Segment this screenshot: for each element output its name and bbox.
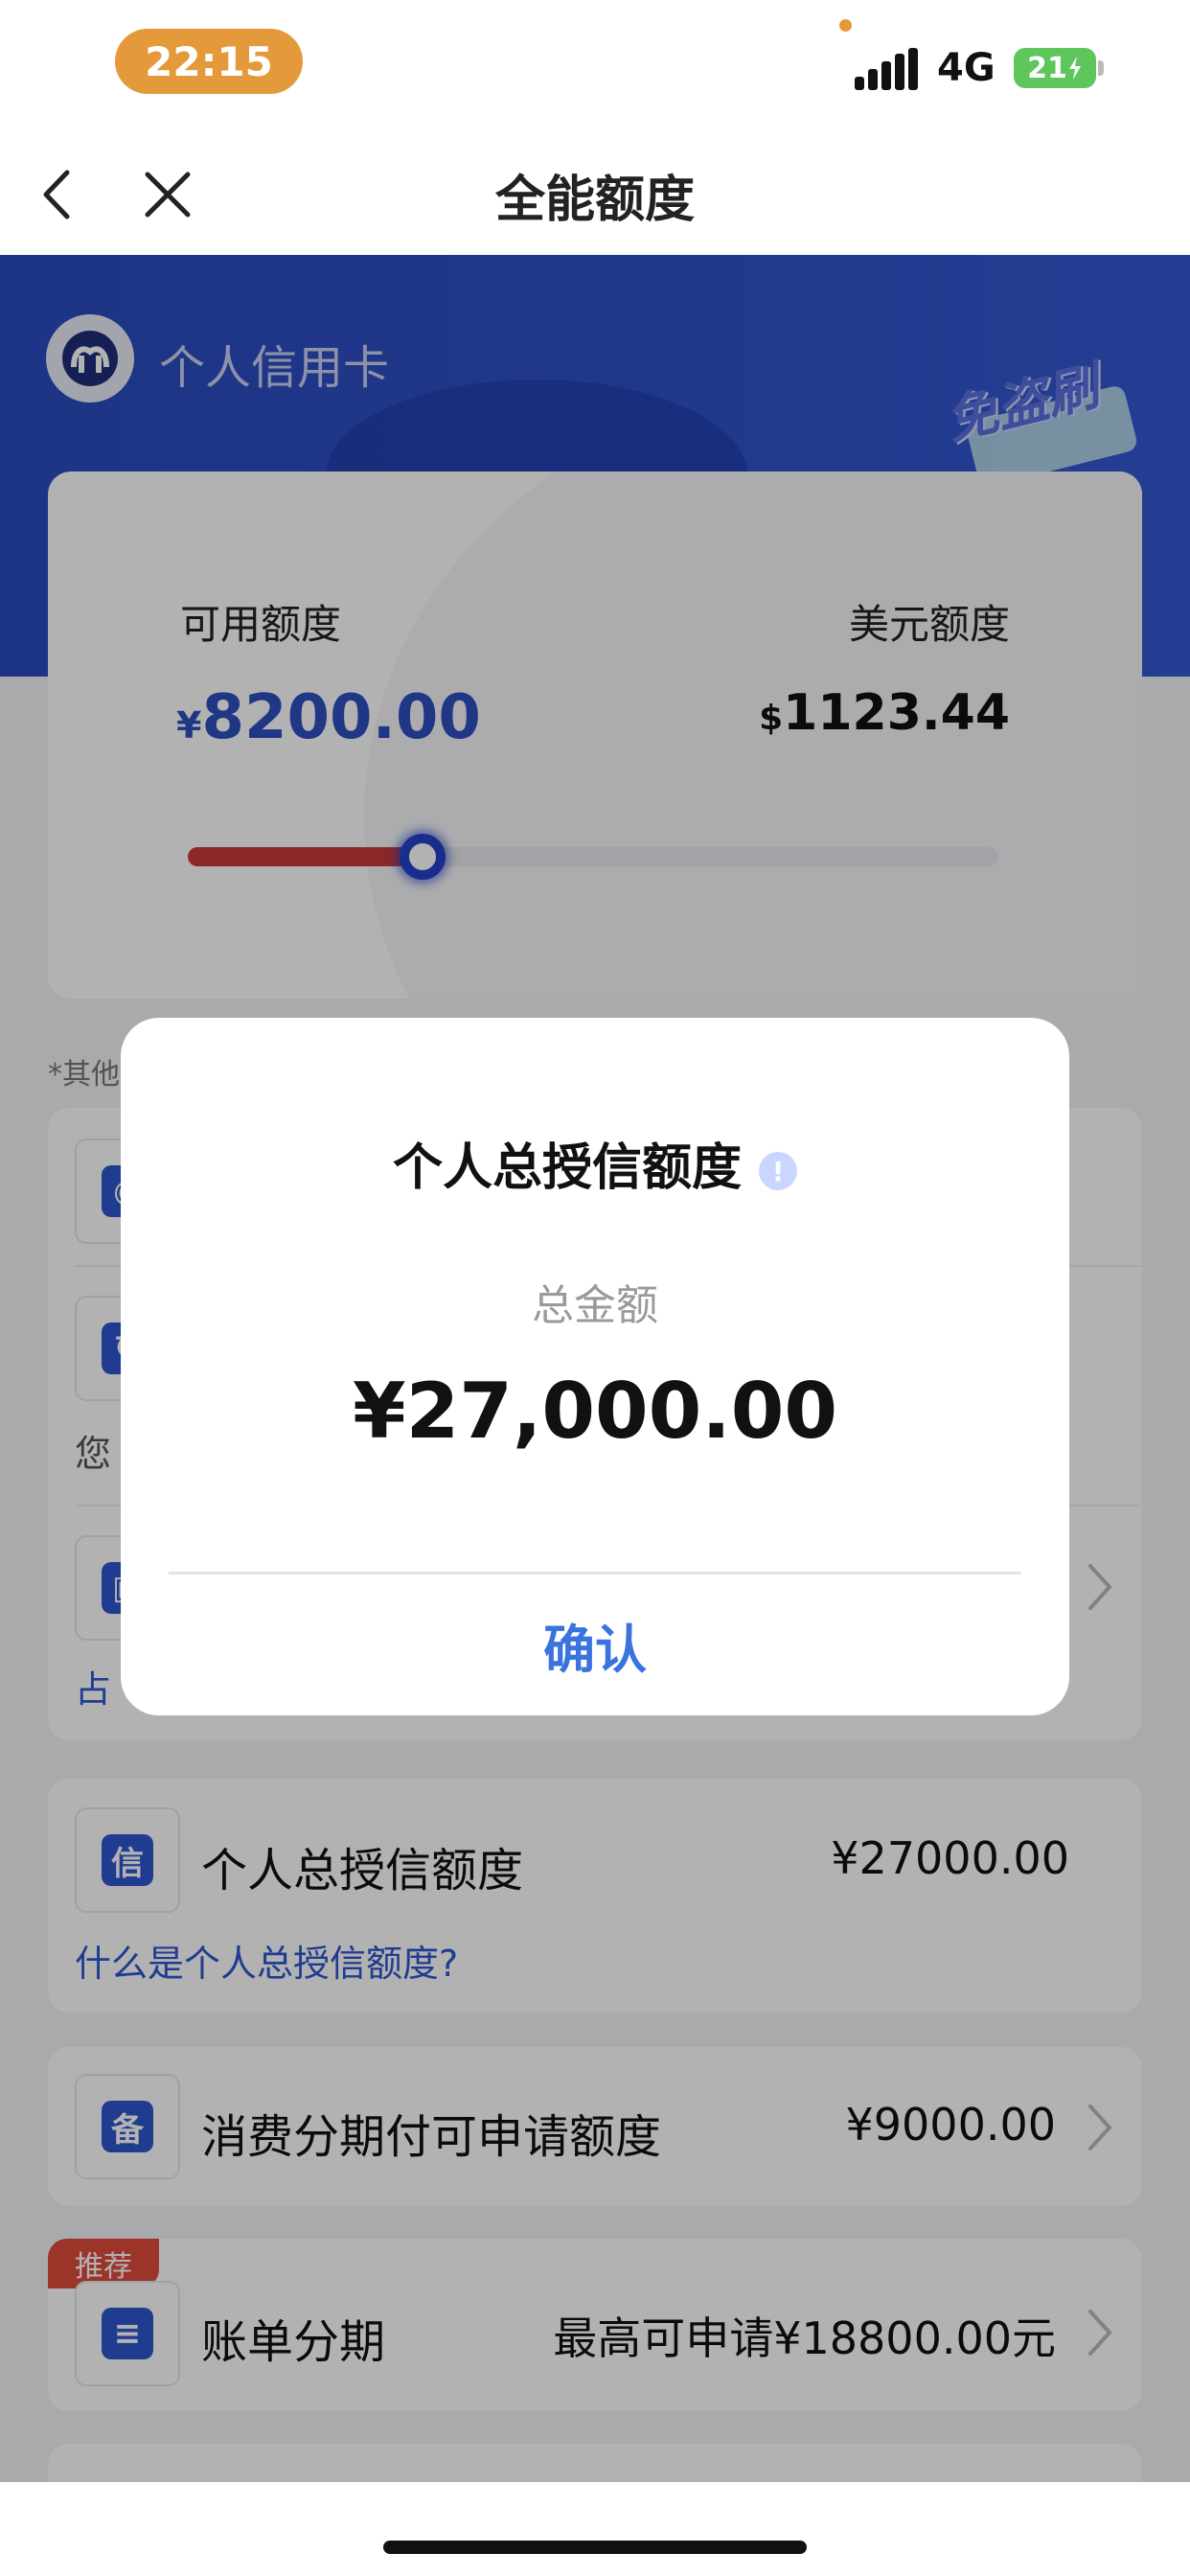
info-icon[interactable]: ! bbox=[759, 1152, 797, 1190]
battery-cap bbox=[1098, 60, 1104, 76]
status-time: 22:15 bbox=[115, 29, 303, 94]
home-indicator[interactable] bbox=[383, 2541, 807, 2554]
dialog-subtitle: 总金额 bbox=[532, 1281, 658, 1330]
battery-level: 21 bbox=[1027, 51, 1067, 85]
network-type: 4G bbox=[937, 46, 995, 90]
back-button[interactable] bbox=[25, 161, 92, 228]
recording-dot-icon bbox=[839, 19, 852, 32]
battery-icon: 21 bbox=[1014, 48, 1096, 88]
signal-icon bbox=[855, 48, 922, 90]
charging-bolt-icon bbox=[1068, 57, 1081, 80]
home-area bbox=[0, 2482, 1190, 2576]
confirm-button[interactable]: 确认 bbox=[121, 1575, 1069, 1715]
close-button[interactable] bbox=[134, 161, 201, 228]
nav-bar: 全能额度 bbox=[0, 134, 1190, 255]
page: 22:15 4G 21 全能额度 个人信用卡 免盗刷 可用额度 ¥8200.00… bbox=[0, 0, 1190, 2576]
chevron-left-icon bbox=[43, 170, 70, 219]
close-icon bbox=[145, 172, 191, 218]
total-credit-dialog: 个人总授信额度! 总金额 ¥27,000.00 确认 bbox=[121, 1018, 1069, 1715]
dialog-title: 个人总授信额度! bbox=[121, 1127, 1069, 1199]
dialog-title-text: 个人总授信额度 bbox=[392, 1139, 742, 1197]
dialog-amount: ¥27,000.00 bbox=[352, 1367, 838, 1456]
status-bar: 22:15 4G 21 bbox=[0, 0, 1190, 134]
